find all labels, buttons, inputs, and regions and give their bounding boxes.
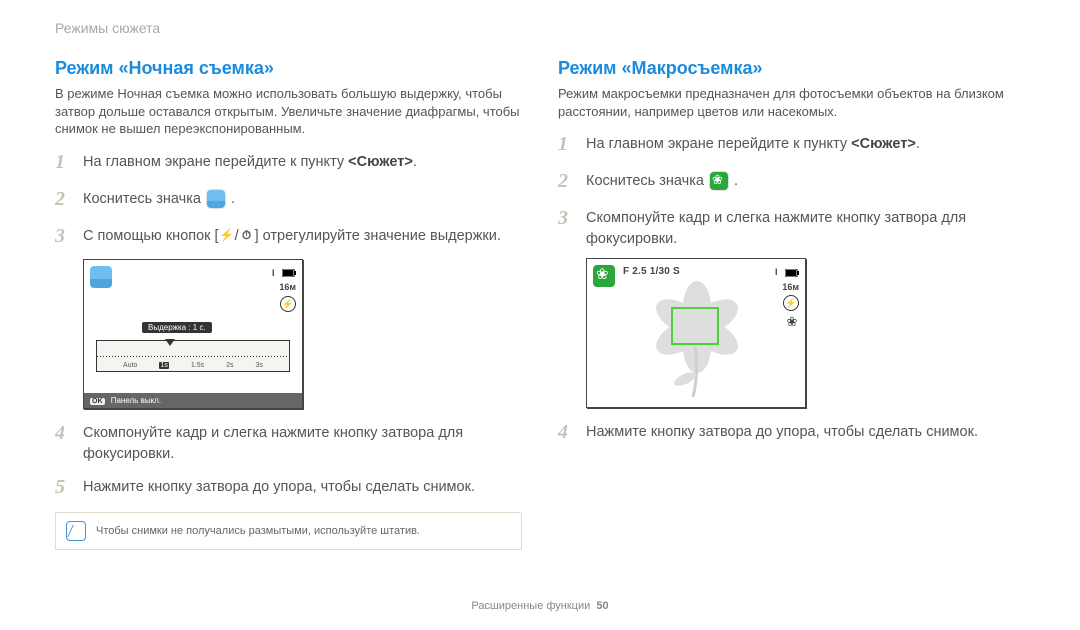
heading-night: Режим «Ночная съемка»	[55, 58, 522, 79]
step-number: 1	[55, 148, 73, 177]
step-bold: <Сюжет>	[851, 136, 916, 152]
ok-button-label: OK	[90, 398, 105, 405]
night-step-4: 4 Скомпонуйте кадр и слегка нажмите кноп…	[55, 419, 522, 465]
step-text: Скомпонуйте кадр и слегка нажмите кнопку…	[83, 423, 522, 465]
noflash-icon: ⚡	[280, 296, 296, 312]
battery-icon	[785, 269, 799, 277]
mode-landscape-icon	[90, 266, 112, 288]
macro-step-2: 2 Коснитесь значка .	[558, 167, 1025, 196]
macro-step-3: 3 Скомпонуйте кадр и слегка нажмите кноп…	[558, 204, 1025, 250]
blurb-macro: Режим макросъемки предназначен для фотос…	[558, 85, 1025, 120]
step-text: Коснитесь значка	[83, 191, 201, 207]
step-text: Скомпонуйте кадр и слегка нажмите кнопку…	[586, 208, 1025, 250]
status-readout: I 16м	[775, 265, 799, 294]
night-step-2: 2 Коснитесь значка .	[55, 185, 522, 214]
step-number: 5	[55, 473, 73, 502]
noflash-icon: ⚡	[783, 295, 799, 311]
step-text: Нажмите кнопку затвора до упора, чтобы с…	[83, 477, 475, 498]
step-number: 3	[558, 204, 576, 233]
page-footer: Расширенные функции 50	[0, 600, 1080, 612]
screen-footer: OK Панель выкл.	[84, 393, 302, 408]
mode-macro-icon	[593, 265, 615, 287]
step-text: С помощью кнопок [	[83, 228, 219, 244]
landscape-icon	[207, 190, 225, 208]
step-text: На главном экране перейдите к пункту	[83, 154, 348, 170]
timer-icon: ⏱	[239, 228, 255, 244]
status-readout: I 16м	[272, 266, 296, 295]
exposure-slider: Auto 1s 1.5s 2s 3s	[96, 340, 290, 372]
slider-marker	[165, 339, 175, 346]
night-step-1: 1 На главном экране перейдите к пункту <…	[55, 148, 522, 177]
exposure-label: Выдержка : 1 с.	[142, 322, 212, 333]
night-step-3: 3 С помощью кнопок [⚡/⏱] отрегулируйте з…	[55, 222, 522, 251]
step-text: На главном экране перейдите к пункту	[586, 136, 851, 152]
step-bold: <Сюжет>	[348, 154, 413, 170]
macro-step-4: 4 Нажмите кнопку затвора до упора, чтобы…	[558, 418, 1025, 447]
step-number: 2	[558, 167, 576, 196]
aperture-readout: F 2.5 1/30 S	[623, 266, 680, 277]
note-icon	[66, 521, 86, 541]
tip-note: Чтобы снимки не получались размытыми, ис…	[55, 512, 522, 550]
battery-icon	[282, 269, 296, 277]
focus-rectangle	[671, 307, 719, 345]
heading-macro: Режим «Макросъемка»	[558, 58, 1025, 79]
step-number: 1	[558, 130, 576, 159]
macro-step-1: 1 На главном экране перейдите к пункту <…	[558, 130, 1025, 159]
night-camera-screen: I 16м ⚡ Выдержка : 1 с. Auto 1s 1.5s 2s …	[83, 259, 303, 409]
macro-icon	[710, 172, 728, 190]
note-text: Чтобы снимки не получались размытыми, ис…	[96, 525, 420, 537]
step-text: Нажмите кнопку затвора до упора, чтобы с…	[586, 422, 978, 443]
slider-ticks: Auto 1s 1.5s 2s 3s	[101, 362, 285, 369]
macro-mode-icon: ❀	[785, 315, 799, 329]
step-number: 2	[55, 185, 73, 214]
column-night-shot: Режим «Ночная съемка» В режиме Ночная съ…	[55, 58, 522, 550]
breadcrumb: Режимы сюжета	[55, 20, 1025, 36]
step-number: 4	[55, 419, 73, 448]
night-step-5: 5 Нажмите кнопку затвора до упора, чтобы…	[55, 473, 522, 502]
step-number: 3	[55, 222, 73, 251]
flash-icon: ⚡	[219, 228, 235, 244]
macro-camera-screen: F 2.5 1/30 S I 16м ⚡ ❀	[586, 258, 806, 408]
column-macro-shot: Режим «Макросъемка» Режим макросъемки пр…	[558, 58, 1025, 550]
step-text: Коснитесь значка	[586, 173, 704, 189]
blurb-night: В режиме Ночная съемка можно использоват…	[55, 85, 522, 138]
step-number: 4	[558, 418, 576, 447]
